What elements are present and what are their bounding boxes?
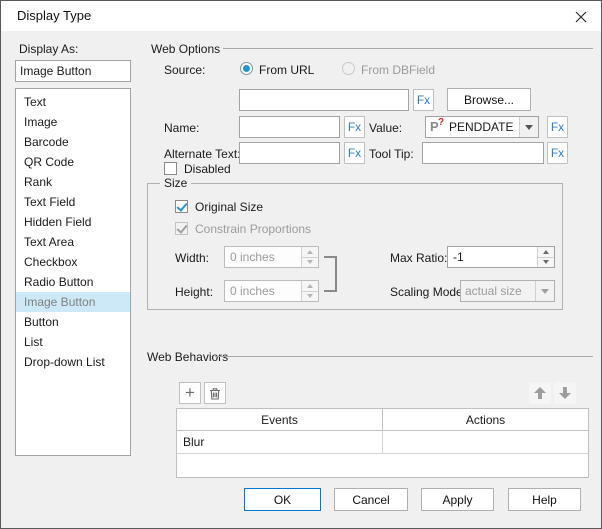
list-item-button[interactable]: Button [16, 312, 130, 332]
list-item-radio-button[interactable]: Radio Button [16, 272, 130, 292]
width-spin-up-icon [302, 247, 318, 257]
table-row[interactable]: Blur [177, 431, 588, 454]
max-ratio-spinner[interactable]: -1 [447, 246, 555, 268]
move-down-button [554, 382, 576, 404]
dialog-title: Display Type [17, 1, 91, 31]
apply-button[interactable]: Apply [421, 488, 494, 511]
list-item-list[interactable]: List [16, 332, 130, 352]
titlebar: Display Type [1, 1, 601, 31]
width-value: 0 inches [225, 247, 301, 267]
list-item-image-button[interactable]: Image Button [16, 292, 130, 312]
display-as-input[interactable] [15, 60, 131, 82]
alternate-text-input[interactable] [239, 142, 340, 164]
link-bracket-bottom [324, 290, 337, 292]
height-spin-up-icon [302, 281, 318, 291]
list-item-image[interactable]: Image [16, 112, 130, 132]
list-item-text-area[interactable]: Text Area [16, 232, 130, 252]
max-ratio-value: -1 [448, 247, 537, 267]
chevron-down-icon[interactable] [519, 117, 538, 137]
move-up-button [529, 382, 551, 404]
action-cell[interactable] [383, 431, 588, 453]
value-fx-button[interactable]: Fx [547, 116, 568, 138]
trash-icon [209, 387, 221, 400]
display-as-label: Display As: [19, 42, 78, 56]
help-button[interactable]: Help [508, 488, 581, 511]
arrow-up-icon [534, 387, 546, 399]
ok-button[interactable]: OK [244, 488, 321, 511]
size-group-label: Size [160, 176, 191, 190]
max-ratio-label: Max Ratio: [390, 251, 447, 265]
list-item-checkbox[interactable]: Checkbox [16, 252, 130, 272]
alternate-text-fx-button[interactable]: Fx [344, 142, 365, 164]
add-behavior-button[interactable]: + [179, 382, 201, 404]
tool-tip-input[interactable] [422, 142, 544, 164]
source-label: Source: [164, 63, 205, 77]
scaling-mode-value: actual size [461, 284, 535, 298]
web-behaviors-header: Web Behaviors [147, 350, 228, 364]
width-label: Width: [175, 251, 209, 265]
url-input[interactable] [239, 89, 409, 111]
value-combobox-value: PENDDATE [445, 120, 519, 134]
size-group: Size Original Size Constrain Proportions… [147, 183, 563, 310]
radio-dot [243, 65, 250, 72]
value-combobox[interactable]: P? PENDDATE [425, 116, 539, 138]
list-item-hidden-field[interactable]: Hidden Field [16, 212, 130, 232]
parameter-icon: P? [430, 120, 442, 134]
url-fx-button[interactable]: Fx [413, 89, 434, 111]
display-as-listbox: Text Image Barcode QR Code Rank Text Fie… [15, 88, 131, 456]
max-ratio-spin-up-icon[interactable] [538, 247, 554, 257]
tool-tip-fx-button[interactable]: Fx [547, 142, 568, 164]
cancel-button[interactable]: Cancel [334, 488, 408, 511]
web-options-divider [223, 48, 593, 49]
from-url-radio[interactable] [240, 62, 253, 75]
from-url-label[interactable]: From URL [259, 63, 314, 77]
tool-tip-label: Tool Tip: [369, 147, 414, 161]
list-item-qr-code[interactable]: QR Code [16, 152, 130, 172]
from-dbfield-label: From DBField [361, 63, 435, 77]
height-value: 0 inches [225, 281, 301, 301]
table-header-row: Events Actions [177, 409, 588, 431]
arrow-down-icon [559, 387, 571, 399]
constrain-proportions-checkbox [175, 222, 188, 235]
constrain-proportions-label: Constrain Proportions [195, 222, 311, 236]
original-size-checkbox[interactable] [175, 200, 188, 213]
name-fx-button[interactable]: Fx [344, 116, 365, 138]
name-input[interactable] [239, 116, 340, 138]
plus-icon: + [185, 384, 195, 401]
disabled-checkbox-label[interactable]: Disabled [184, 162, 231, 176]
events-column-header: Events [177, 409, 383, 430]
height-spinner: 0 inches [224, 280, 319, 302]
value-label: Value: [369, 121, 402, 135]
display-type-dialog: Display Type Display As: Text Image Barc… [0, 0, 602, 529]
web-behaviors-divider [215, 356, 593, 357]
list-item-rank[interactable]: Rank [16, 172, 130, 192]
delete-behavior-button[interactable] [204, 382, 226, 404]
list-item-text-field[interactable]: Text Field [16, 192, 130, 212]
list-item-barcode[interactable]: Barcode [16, 132, 130, 152]
web-options-header: Web Options [151, 42, 220, 56]
list-item-drop-down-list[interactable]: Drop-down List [16, 352, 130, 372]
actions-column-header: Actions [383, 409, 588, 430]
from-dbfield-radio [342, 62, 355, 75]
event-cell[interactable]: Blur [177, 431, 383, 453]
original-size-label[interactable]: Original Size [195, 200, 263, 214]
disabled-checkbox[interactable] [164, 162, 177, 175]
scaling-mode-dropdown: actual size [460, 280, 555, 302]
list-item-text[interactable]: Text [16, 92, 130, 112]
browse-button[interactable]: Browse... [447, 88, 531, 111]
alternate-text-label: Alternate Text: [164, 147, 241, 161]
max-ratio-spin-down-icon[interactable] [538, 257, 554, 268]
height-label: Height: [175, 285, 213, 299]
name-label: Name: [164, 121, 199, 135]
scaling-mode-label: Scaling Mode: [390, 285, 466, 299]
link-bracket-vertical [335, 256, 337, 292]
height-spin-down-icon [302, 291, 318, 302]
width-spinner: 0 inches [224, 246, 319, 268]
close-icon[interactable] [573, 9, 589, 25]
web-behaviors-table: Events Actions Blur [176, 408, 589, 478]
width-spin-down-icon [302, 257, 318, 268]
chevron-down-icon [535, 281, 554, 301]
